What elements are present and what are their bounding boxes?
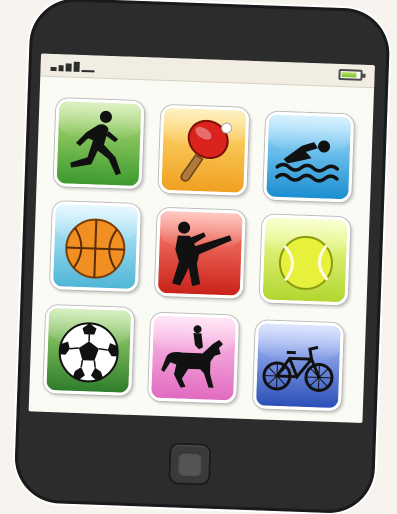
app-grid [46, 98, 356, 408]
app-horse-riding[interactable] [148, 313, 239, 404]
app-soccer[interactable] [43, 305, 134, 396]
martial-arts-icon [158, 211, 243, 296]
runner-icon [57, 101, 142, 186]
tennis-ball-icon [263, 217, 348, 302]
app-tennis[interactable] [260, 214, 351, 305]
phone-illustration [0, 0, 397, 512]
ping-pong-paddle-icon [161, 108, 246, 193]
equestrian-icon [151, 316, 236, 401]
app-table-tennis[interactable] [158, 105, 249, 196]
soccer-ball-icon [46, 308, 131, 393]
swimmer-icon [266, 115, 351, 200]
app-swimming[interactable] [263, 111, 354, 202]
app-cycling[interactable] [253, 320, 344, 411]
basketball-icon [53, 204, 138, 289]
smartphone [13, 0, 390, 514]
app-running[interactable] [53, 98, 144, 189]
phone-screen [29, 54, 375, 423]
home-button[interactable] [168, 442, 211, 485]
bicycle-icon [256, 323, 341, 408]
app-karate[interactable] [155, 208, 246, 299]
app-basketball[interactable] [50, 201, 141, 292]
signal-strength-icon [50, 59, 94, 73]
battery-icon [338, 69, 362, 81]
